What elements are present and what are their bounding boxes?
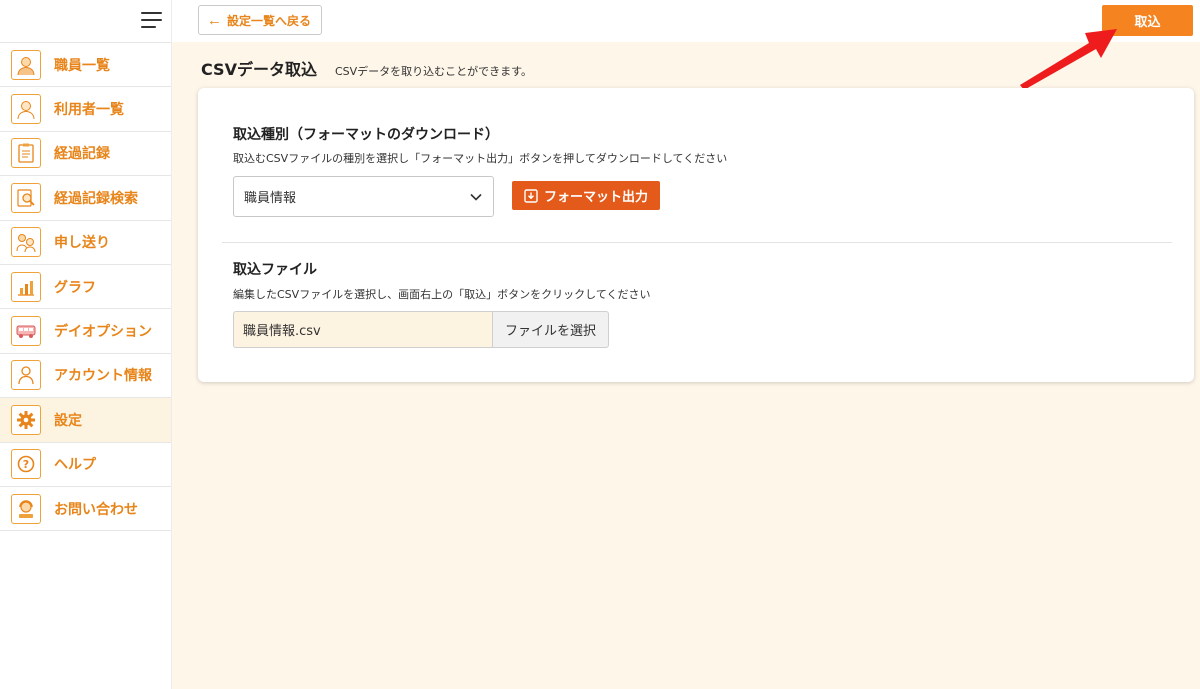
help-icon: ? <box>11 449 41 480</box>
sidebar-item-label: 経過記録検索 <box>54 190 138 207</box>
sidebar-item-graph[interactable]: グラフ <box>0 264 171 310</box>
sidebar-nav: 職員一覧利用者一覧経過記録経過記録検索 申し送りグラフデイオプション アカウント情報… <box>0 42 171 532</box>
choose-file-button[interactable]: ファイルを選択 <box>492 311 609 348</box>
import-type-select[interactable]: 職員情報 <box>233 176 494 217</box>
sidebar-item-handover[interactable]: 申し送り <box>0 220 171 265</box>
sidebar-item-user[interactable]: 利用者一覧 <box>0 87 171 132</box>
sidebar-item-label: 設定 <box>54 412 82 429</box>
selected-file-field[interactable]: 職員情報.csv <box>233 311 493 348</box>
user-icon <box>11 94 41 125</box>
import-card: 取込種別（フォーマットのダウンロード） 取込むCSVファイルの種別を選択し「フォ… <box>198 88 1194 382</box>
car-icon <box>11 316 41 347</box>
sidebar-item-label: ヘルプ <box>54 457 96 474</box>
arrow-left-icon: ← <box>207 11 222 29</box>
staff-icon <box>11 49 41 80</box>
page-title: CSVデータ取込 <box>201 60 317 79</box>
format-section-description: 取込むCSVファイルの種別を選択し「フォーマット出力」ボタンを押してダウンロード… <box>233 152 728 165</box>
format-output-button-label: フォーマット出力 <box>543 190 648 205</box>
sidebar-item-label: 職員一覧 <box>54 57 110 74</box>
sidebar-item-account[interactable]: アカウント情報 <box>0 353 171 399</box>
sidebar-item-label: デイオプション <box>54 324 152 341</box>
sidebar-item-label: グラフ <box>54 279 96 296</box>
import-type-selected-value: 職員情報 <box>244 191 297 206</box>
handover-icon <box>11 227 41 258</box>
sidebar-item-contact[interactable]: お問い合わせ <box>0 486 171 532</box>
sidebar-item-car[interactable]: デイオプション <box>0 309 171 354</box>
chevron-down-icon <box>470 193 482 201</box>
search-record-icon <box>11 182 41 213</box>
sidebar-item-label: 経過記録 <box>54 146 110 163</box>
back-to-settings-button[interactable]: ← 設定一覧へ戻る <box>198 5 323 35</box>
format-section-title: 取込種別（フォーマットのダウンロード） <box>233 127 499 143</box>
section-divider <box>222 242 1172 243</box>
annotation-arrow-icon <box>1020 29 1117 90</box>
file-section-description: 編集したCSVファイルを選択し、画面右上の「取込」ボタンをクリックしてください <box>233 288 651 301</box>
sidebar-item-label: お問い合わせ <box>54 501 138 518</box>
sidebar-item-label: アカウント情報 <box>54 368 152 385</box>
sidebar-header <box>0 0 171 42</box>
page-description: CSVデータを取り込むことができます。 <box>334 65 533 78</box>
sidebar-item-search-record[interactable]: 経過記録検索 <box>0 176 171 221</box>
svg-text:?: ? <box>23 458 29 471</box>
hamburger-menu-icon[interactable] <box>141 12 162 28</box>
file-section-title: 取込ファイル <box>233 262 317 278</box>
contact-icon <box>11 493 41 524</box>
back-button-label: 設定一覧へ戻る <box>227 13 312 28</box>
sidebar: 職員一覧利用者一覧経過記録経過記録検索 申し送りグラフデイオプション アカウント情報… <box>0 0 172 689</box>
download-icon <box>524 188 538 203</box>
gear-icon <box>11 404 41 435</box>
account-icon <box>11 360 41 391</box>
clipboard-icon <box>11 138 41 169</box>
selected-file-name: 職員情報.csv <box>243 324 321 339</box>
graph-icon <box>11 271 41 302</box>
sidebar-item-staff[interactable]: 職員一覧 <box>0 43 171 88</box>
sidebar-item-gear[interactable]: 設定 <box>0 398 171 443</box>
sidebar-item-clipboard[interactable]: 経過記録 <box>0 131 171 177</box>
sidebar-item-help[interactable]: ? ヘルプ <box>0 442 171 487</box>
sidebar-item-label: 申し送り <box>54 235 110 252</box>
page-header: CSVデータ取込 CSVデータを取り込むことができます。 <box>201 56 532 80</box>
format-output-button[interactable]: フォーマット出力 <box>512 181 660 210</box>
sidebar-item-label: 利用者一覧 <box>54 102 124 119</box>
